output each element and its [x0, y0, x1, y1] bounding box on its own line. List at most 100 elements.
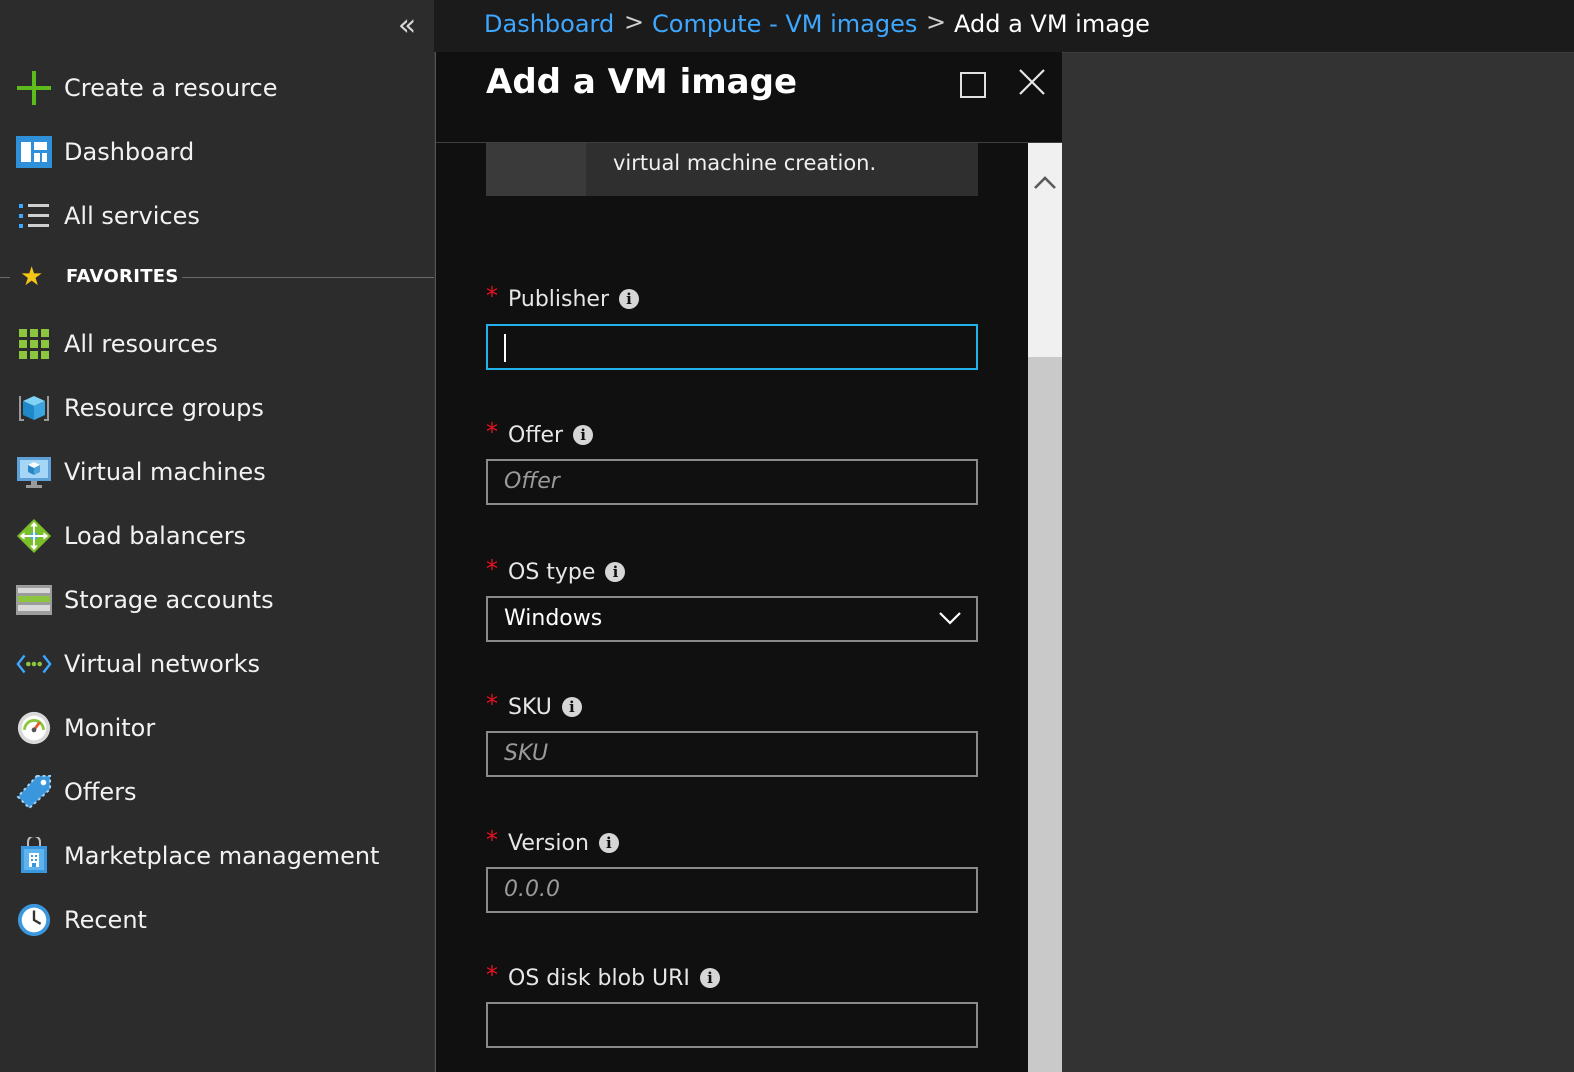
sku-placeholder: SKU: [504, 741, 549, 766]
breadcrumb-dashboard[interactable]: Dashboard: [484, 10, 614, 38]
required-marker: *: [486, 826, 498, 854]
sidebar-item-label: Create a resource: [64, 74, 278, 102]
breadcrumb-separator: >: [926, 8, 947, 36]
grid-icon: [16, 326, 52, 362]
sidebar-item-label: Dashboard: [64, 138, 195, 166]
monitor-icon: [16, 454, 52, 490]
cube-icon: [16, 390, 52, 426]
offer-input[interactable]: Offer: [486, 459, 978, 505]
storage-icon: [16, 582, 52, 618]
plus-icon: [16, 70, 52, 106]
sidebar: « Create a resource Dashboard All servic…: [0, 0, 434, 1072]
sidebar-item-storage-accounts[interactable]: Storage accounts: [0, 572, 434, 628]
sidebar-item-resource-groups[interactable]: Resource groups: [0, 380, 434, 436]
field-label-text: Offer: [508, 422, 564, 448]
sidebar-item-label: Monitor: [64, 714, 156, 742]
gauge-icon: [16, 710, 52, 746]
breadcrumb-compute-vm-images[interactable]: Compute - VM images: [652, 10, 917, 38]
required-marker: *: [486, 690, 498, 718]
info-icon[interactable]: i: [561, 697, 582, 717]
version-label: * Version i: [486, 826, 619, 857]
sidebar-item-label: All services: [64, 202, 200, 230]
sidebar-item-label: All resources: [64, 330, 218, 358]
required-marker: *: [486, 282, 498, 310]
field-label-text: SKU: [508, 694, 552, 720]
collapse-sidebar-button[interactable]: «: [392, 8, 422, 44]
info-icon[interactable]: i: [605, 562, 626, 582]
divider: [182, 277, 434, 278]
sidebar-item-all-resources[interactable]: All resources: [0, 316, 434, 372]
required-marker: *: [486, 418, 498, 446]
info-icon[interactable]: i: [619, 289, 639, 309]
info-banner-icon-area: [486, 143, 586, 196]
chevron-down-icon: [939, 612, 961, 625]
tag-icon: [16, 774, 52, 810]
blade-header: Add a VM image: [436, 52, 1062, 143]
os-disk-blob-uri-label: * OS disk blob URI i: [486, 961, 720, 992]
favorites-label: FAVORITES: [66, 266, 179, 287]
sidebar-item-label: Storage accounts: [64, 586, 274, 614]
favorites-header: ★ FAVORITES: [0, 256, 434, 300]
field-label-text: OS disk blob URI: [508, 965, 690, 991]
os-type-label: * OS type i: [486, 555, 626, 586]
sidebar-item-label: Load balancers: [64, 522, 247, 550]
text-cursor: [504, 334, 506, 362]
page-title: Add a VM image: [486, 62, 798, 102]
scrollbar-thumb[interactable]: [1028, 357, 1062, 1072]
sidebar-item-label: Virtual machines: [64, 458, 266, 486]
add-vm-image-blade: Add a VM image virtual machine creation.…: [435, 52, 1063, 1072]
maximize-button[interactable]: [960, 72, 986, 98]
offer-label: * Offer i: [486, 418, 594, 449]
required-marker: *: [486, 555, 498, 583]
breadcrumb-separator: >: [624, 8, 645, 36]
dashboard-icon: [16, 134, 52, 170]
sidebar-item-create-a-resource[interactable]: Create a resource: [0, 60, 434, 116]
blade-content: virtual machine creation. * Publisher i …: [436, 143, 1028, 1072]
os-type-select[interactable]: Windows: [486, 596, 978, 642]
publisher-label: * Publisher i: [486, 282, 639, 313]
list-icon: [16, 198, 52, 234]
version-input[interactable]: 0.0.0: [486, 867, 978, 913]
info-icon[interactable]: i: [598, 833, 619, 853]
sidebar-item-label: Offers: [64, 778, 137, 806]
sku-input[interactable]: SKU: [486, 731, 978, 777]
sidebar-item-monitor[interactable]: Monitor: [0, 700, 434, 756]
os-disk-blob-uri-input[interactable]: [486, 1002, 978, 1048]
info-banner-text: virtual machine creation.: [613, 151, 877, 175]
sidebar-item-label: Marketplace management: [64, 842, 380, 870]
sidebar-item-label: Resource groups: [64, 394, 264, 422]
sidebar-item-recent[interactable]: Recent: [0, 892, 434, 948]
close-button[interactable]: [1016, 66, 1048, 98]
breadcrumb-current: Add a VM image: [954, 10, 1150, 38]
sidebar-item-dashboard[interactable]: Dashboard: [0, 124, 434, 180]
network-icon: [16, 646, 52, 682]
field-label-text: OS type: [508, 559, 596, 585]
empty-workspace: [1062, 53, 1574, 1072]
sidebar-item-load-balancers[interactable]: Load balancers: [0, 508, 434, 564]
divider: [0, 277, 10, 278]
clock-icon: [16, 902, 52, 938]
info-icon[interactable]: i: [573, 425, 594, 445]
field-label-text: Version: [508, 830, 589, 856]
required-marker: *: [486, 961, 498, 989]
chevron-up-icon[interactable]: [1033, 175, 1057, 191]
publisher-input[interactable]: [486, 324, 978, 370]
scrollbar[interactable]: [1028, 143, 1062, 1072]
breadcrumb: Dashboard > Compute - VM images > Add a …: [434, 0, 1574, 53]
sidebar-item-virtual-networks[interactable]: Virtual networks: [0, 636, 434, 692]
star-icon: ★: [20, 262, 44, 292]
sidebar-item-virtual-machines[interactable]: Virtual machines: [0, 444, 434, 500]
sidebar-item-marketplace-management[interactable]: Marketplace management: [0, 828, 434, 884]
sidebar-item-all-services[interactable]: All services: [0, 188, 434, 244]
field-label-text: Publisher: [508, 286, 609, 312]
close-icon: [1019, 69, 1045, 95]
sidebar-item-label: Virtual networks: [64, 650, 261, 678]
diamond-icon: [16, 518, 52, 554]
version-placeholder: 0.0.0: [504, 877, 560, 902]
offer-placeholder: Offer: [504, 469, 560, 494]
sku-label: * SKU i: [486, 690, 582, 721]
info-banner: virtual machine creation.: [486, 143, 978, 196]
info-icon[interactable]: i: [699, 968, 720, 988]
sidebar-item-offers[interactable]: Offers: [0, 764, 434, 820]
sidebar-item-label: Recent: [64, 906, 147, 934]
